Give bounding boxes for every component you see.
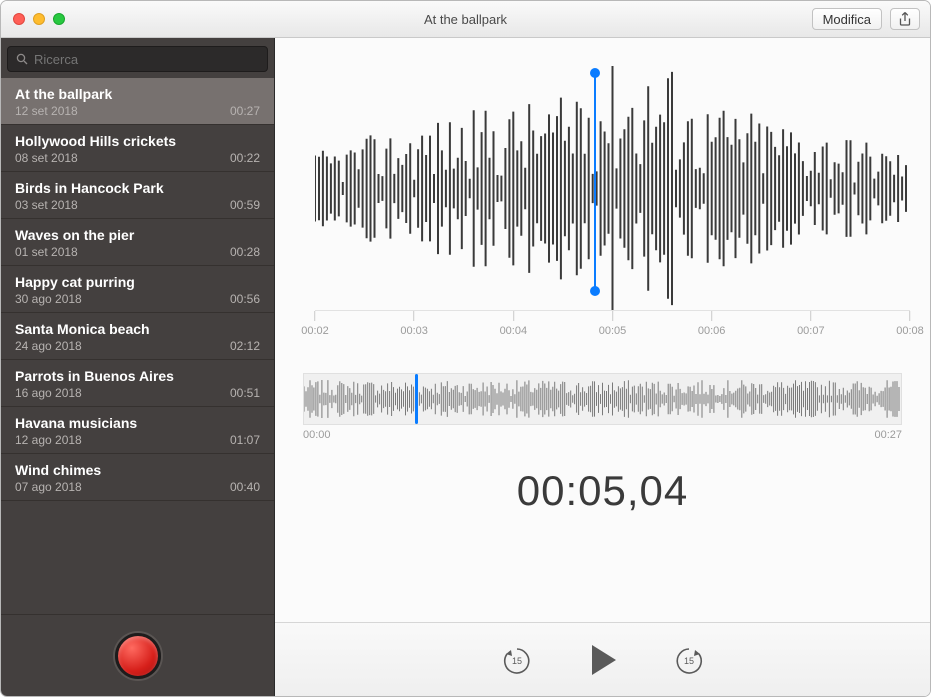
recording-date: 01 set 2018 [15, 245, 78, 259]
time-tick: 00:07 [797, 311, 825, 337]
skip-back-icon: 15 [500, 643, 534, 677]
zoom-window-button[interactable] [53, 13, 65, 25]
recording-item[interactable]: Birds in Hancock Park 03 set 2018 00:59 [1, 172, 274, 219]
time-tick: 00:05 [599, 311, 627, 337]
recording-date: 24 ago 2018 [15, 339, 82, 353]
recording-date: 07 ago 2018 [15, 480, 82, 494]
recording-duration: 00:56 [230, 292, 260, 306]
recording-date: 03 set 2018 [15, 198, 78, 212]
recording-duration: 00:40 [230, 480, 260, 494]
recording-title: Wind chimes [15, 462, 260, 478]
sidebar: At the ballpark 12 set 2018 00:27 Hollywood… [1, 38, 275, 696]
recording-title: Birds in Hancock Park [15, 180, 260, 196]
record-row [1, 614, 274, 696]
toolbar-right: Modifica [812, 8, 930, 30]
record-button[interactable] [115, 633, 161, 679]
search-field[interactable] [7, 46, 268, 72]
recording-title: Waves on the pier [15, 227, 260, 243]
skip-forward-button[interactable]: 15 [668, 639, 710, 681]
time-tick: 00:03 [400, 311, 428, 337]
time-tick: 00:06 [698, 311, 726, 337]
recording-item[interactable]: Happy cat purring 30 ago 2018 00:56 [1, 266, 274, 313]
waveform-overview [304, 374, 901, 424]
overview-waveform[interactable] [303, 373, 902, 425]
waveform-large [315, 66, 910, 311]
recordings-list: At the ballpark 12 set 2018 00:27 Hollywood… [1, 78, 274, 614]
recording-item[interactable]: Havana musicians 12 ago 2018 01:07 [1, 407, 274, 454]
time-tick: 00:08 [896, 311, 924, 337]
recording-title: Parrots in Buenos Aires [15, 368, 260, 384]
recording-duration: 01:07 [230, 433, 260, 447]
recording-duration: 02:12 [230, 339, 260, 353]
recording-date: 08 set 2018 [15, 151, 78, 165]
search-icon [16, 53, 28, 65]
recording-duration: 00:22 [230, 151, 260, 165]
playhead-line [594, 74, 596, 290]
search-input[interactable] [34, 52, 259, 67]
share-button[interactable] [890, 8, 920, 30]
recording-title: Hollywood Hills crickets [15, 133, 260, 149]
close-window-button[interactable] [13, 13, 25, 25]
share-icon [897, 11, 913, 27]
playhead-handle-bottom[interactable] [590, 286, 600, 296]
edit-button[interactable]: Modifica [812, 8, 882, 30]
recording-title: At the ballpark [15, 86, 260, 102]
recording-item[interactable]: Waves on the pier 01 set 2018 00:28 [1, 219, 274, 266]
skip-forward-icon: 15 [672, 643, 706, 677]
recording-date: 12 ago 2018 [15, 433, 82, 447]
overview-playhead[interactable] [415, 374, 418, 424]
recording-duration: 00:28 [230, 245, 260, 259]
recording-date: 12 set 2018 [15, 104, 78, 118]
play-icon [588, 643, 618, 677]
skip-forward-seconds: 15 [683, 656, 693, 666]
detail-panel: 00:02 00:03 00:04 00:05 00:06 00:07 00:08 00:0… [275, 38, 930, 696]
recording-title: Havana musicians [15, 415, 260, 431]
titlebar: At the ballpark Modifica [1, 1, 930, 38]
main-body: At the ballpark 12 set 2018 00:27 Hollywood… [1, 38, 930, 696]
overview-area: 00:00 00:27 [275, 357, 930, 441]
overview-end-time: 00:27 [874, 429, 902, 441]
app-window: At the ballpark Modifica At the ballpark… [0, 0, 931, 697]
recording-item[interactable]: Santa Monica beach 24 ago 2018 02:12 [1, 313, 274, 360]
play-button[interactable] [582, 639, 624, 681]
current-time-display: 00:05,04 [275, 467, 930, 515]
recording-date: 30 ago 2018 [15, 292, 82, 306]
time-tick: 00:04 [500, 311, 528, 337]
recording-duration: 00:51 [230, 386, 260, 400]
minimize-window-button[interactable] [33, 13, 45, 25]
skip-back-seconds: 15 [511, 656, 521, 666]
recording-item[interactable]: Wind chimes 07 ago 2018 00:40 [1, 454, 274, 501]
skip-back-button[interactable]: 15 [496, 639, 538, 681]
recording-title: Santa Monica beach [15, 321, 260, 337]
time-tick: 00:02 [301, 311, 329, 337]
recording-duration: 00:59 [230, 198, 260, 212]
recording-item[interactable]: Hollywood Hills crickets 08 set 2018 00:22 [1, 125, 274, 172]
recording-duration: 00:27 [230, 104, 260, 118]
window-controls [1, 13, 65, 25]
time-ruler: 00:0200:0300:0400:0500:0600:0700:08 [315, 311, 910, 357]
overview-start-time: 00:00 [303, 429, 331, 441]
recording-item[interactable]: Parrots in Buenos Aires 16 ago 2018 00:51 [1, 360, 274, 407]
window-title: At the ballpark [1, 12, 930, 27]
waveform-area[interactable]: 00:02 00:03 00:04 00:05 00:06 00:07 00:08 [275, 38, 930, 357]
overview-times: 00:00 00:27 [303, 429, 902, 441]
recording-title: Happy cat purring [15, 274, 260, 290]
recording-item[interactable]: At the ballpark 12 set 2018 00:27 [1, 78, 274, 125]
edit-button-label: Modifica [823, 12, 871, 27]
recording-date: 16 ago 2018 [15, 386, 82, 400]
playback-controls: 15 15 [275, 622, 930, 696]
